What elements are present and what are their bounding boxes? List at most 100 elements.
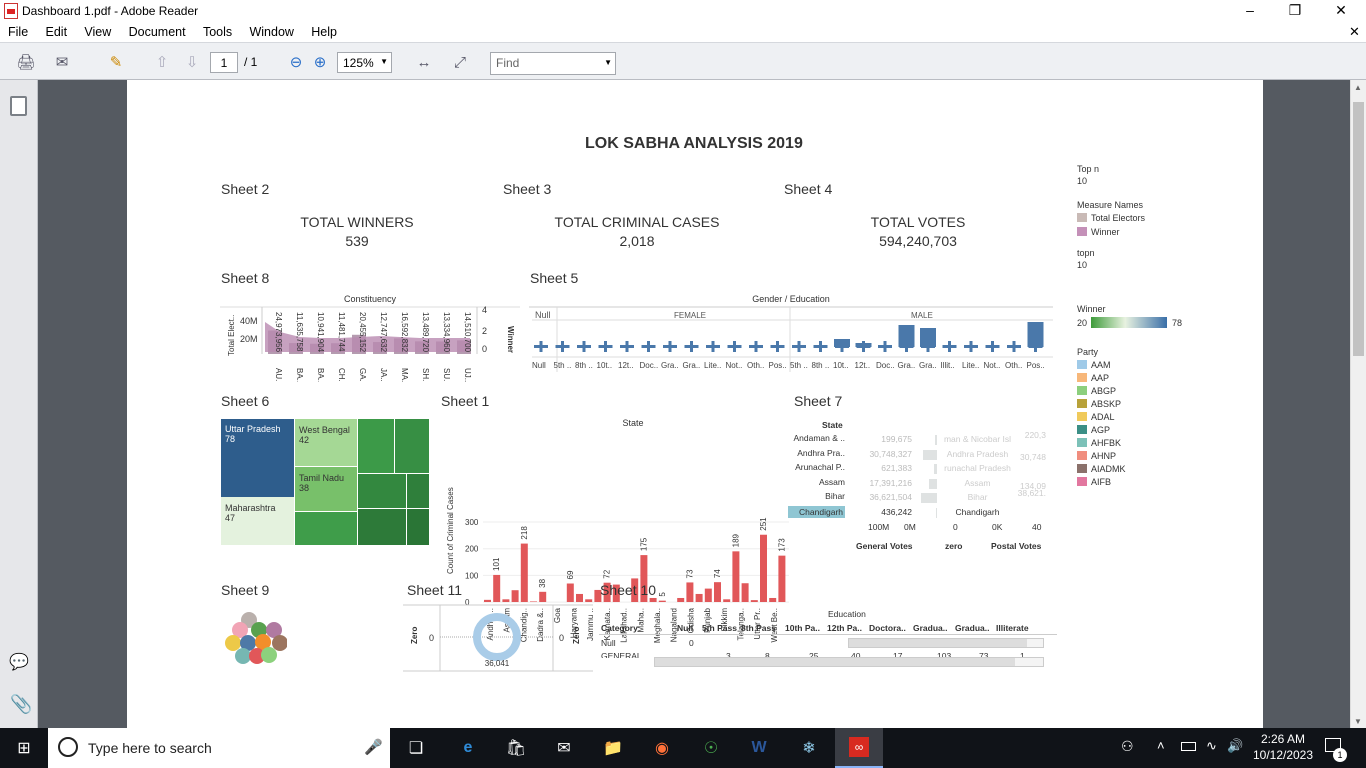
- bar[interactable]: [677, 597, 685, 602]
- previous-page-icon[interactable]: ⇧: [150, 51, 174, 73]
- bar-marker[interactable]: [797, 341, 801, 352]
- bar[interactable]: [714, 582, 721, 602]
- bar-marker[interactable]: [819, 341, 822, 352]
- bubble[interactable]: [225, 635, 241, 651]
- menu-document[interactable]: Document: [129, 25, 186, 39]
- fit-page-icon[interactable]: ⤢: [448, 51, 472, 73]
- table-row[interactable]: Null 0: [599, 638, 1057, 650]
- treemap-cell[interactable]: West Bengal 42: [295, 419, 357, 466]
- bar[interactable]: [741, 583, 749, 602]
- table-row[interactable]: Arunachal P.. 621,383 runachal Pradesh: [788, 462, 1046, 476]
- find-input[interactable]: Find ▼: [490, 52, 616, 75]
- party-legend-item[interactable]: AAM: [1077, 360, 1197, 370]
- word-icon[interactable]: W: [746, 737, 772, 759]
- close-document-icon[interactable]: ✕: [1349, 24, 1360, 40]
- volume-icon[interactable]: 🔊: [1227, 738, 1243, 754]
- wifi-icon[interactable]: ∿: [1206, 738, 1217, 754]
- party-legend-item[interactable]: AIFB: [1077, 477, 1197, 487]
- mail-icon[interactable]: ✉: [551, 737, 577, 759]
- party-legend-item[interactable]: AAP: [1077, 373, 1197, 383]
- legend-item[interactable]: Winner: [1077, 227, 1197, 237]
- file-explorer-icon[interactable]: 📁: [600, 737, 626, 759]
- zoom-out-icon[interactable]: ⊖: [284, 51, 308, 73]
- bar[interactable]: [760, 534, 767, 602]
- bar-marker[interactable]: [776, 341, 779, 352]
- bar[interactable]: [686, 582, 694, 602]
- bar[interactable]: [530, 601, 537, 602]
- party-legend-item[interactable]: AHNP: [1077, 451, 1197, 461]
- column-header[interactable]: Illiterate: [996, 623, 1029, 633]
- bar[interactable]: [484, 599, 491, 602]
- bar-marker[interactable]: [539, 341, 543, 352]
- menu-help[interactable]: Help: [311, 25, 337, 39]
- bubble[interactable]: [261, 647, 277, 663]
- edge-icon[interactable]: e: [455, 737, 481, 759]
- party-legend-item[interactable]: AGP: [1077, 425, 1197, 435]
- table-row[interactable]: Assam 17,391,216 Assam 134,09: [788, 477, 1046, 491]
- party-legend-item[interactable]: ABSKP: [1077, 399, 1197, 409]
- bar[interactable]: [511, 590, 519, 602]
- next-page-icon[interactable]: ⇩: [180, 51, 204, 73]
- party-legend-item[interactable]: ADAL: [1077, 412, 1197, 422]
- treemap-cell[interactable]: [407, 509, 429, 545]
- table-row[interactable]: Andhra Pra.. 30,748,327 Andhra Pradesh 30,7…: [788, 448, 1046, 462]
- zoom-in-icon[interactable]: ⊕: [308, 51, 332, 73]
- bar-marker[interactable]: [1034, 341, 1037, 352]
- bar-marker[interactable]: [733, 341, 736, 352]
- attachments-icon[interactable]: 📎: [10, 694, 32, 715]
- treemap-cell[interactable]: [358, 474, 406, 508]
- column-header[interactable]: 12th Pa..: [827, 623, 862, 633]
- bar[interactable]: [649, 597, 657, 602]
- chrome-icon[interactable]: ☉: [698, 737, 724, 759]
- clock[interactable]: 2:26 AM 10/12/2023: [1248, 731, 1318, 763]
- column-header[interactable]: 10th Pa..: [785, 623, 820, 633]
- bar[interactable]: [539, 591, 547, 602]
- bar-marker[interactable]: [926, 341, 930, 352]
- bar-marker[interactable]: [948, 341, 951, 352]
- bar[interactable]: [750, 600, 758, 602]
- topn2-value[interactable]: 10: [1077, 260, 1197, 270]
- taskbar-search[interactable]: Type here to search 🎤: [48, 728, 390, 768]
- bar[interactable]: [769, 597, 777, 602]
- share-icon[interactable]: ✉: [50, 51, 74, 73]
- column-header[interactable]: 5th Pass: [702, 623, 737, 633]
- treemap-cell[interactable]: [358, 419, 394, 473]
- bar-marker[interactable]: [840, 341, 844, 352]
- bar-marker[interactable]: [647, 341, 650, 352]
- treemap-cell[interactable]: [358, 509, 406, 545]
- treemap-cell[interactable]: [295, 512, 357, 545]
- task-view-icon[interactable]: ❏: [403, 737, 429, 759]
- bar-marker[interactable]: [991, 341, 994, 352]
- print-icon[interactable]: 🖨: [14, 51, 38, 73]
- bar[interactable]: [493, 574, 501, 602]
- bar[interactable]: [695, 593, 703, 602]
- sheet-10-scrollbar[interactable]: [654, 657, 1044, 667]
- bar-marker[interactable]: [625, 341, 629, 352]
- bar[interactable]: [566, 583, 574, 602]
- minimize-button[interactable]: –: [1227, 2, 1273, 18]
- menu-window[interactable]: Window: [249, 25, 293, 39]
- bubble[interactable]: [235, 648, 251, 664]
- bar-marker[interactable]: [668, 341, 672, 352]
- legend-item[interactable]: Total Electors: [1077, 213, 1197, 223]
- party-legend-item[interactable]: AHFBK: [1077, 438, 1197, 448]
- table-row[interactable]: Andaman & .. 199,675 man & Nicobar Isl 220,…: [788, 430, 1046, 447]
- treemap-cell[interactable]: [395, 419, 429, 473]
- bar-marker[interactable]: [1012, 341, 1016, 352]
- bar-marker[interactable]: [690, 341, 693, 352]
- scroll-thumb[interactable]: [1353, 102, 1364, 356]
- menu-view[interactable]: View: [84, 25, 111, 39]
- topn-value[interactable]: 10: [1077, 176, 1197, 186]
- party-legend-item[interactable]: AIADMK: [1077, 464, 1197, 474]
- column-header[interactable]: Gradua..: [913, 623, 947, 633]
- menu-file[interactable]: File: [8, 25, 28, 39]
- maximize-button[interactable]: ❐: [1272, 2, 1318, 19]
- zoom-select[interactable]: 125% ▼: [337, 52, 392, 73]
- pages-panel-icon[interactable]: [10, 96, 27, 116]
- page-number-input[interactable]: 1: [210, 52, 238, 73]
- snipping-icon[interactable]: ❄: [796, 737, 822, 759]
- bar-marker[interactable]: [862, 341, 865, 352]
- bar[interactable]: [576, 593, 583, 602]
- microphone-icon[interactable]: 🎤: [364, 738, 383, 756]
- bar-marker[interactable]: [754, 341, 758, 352]
